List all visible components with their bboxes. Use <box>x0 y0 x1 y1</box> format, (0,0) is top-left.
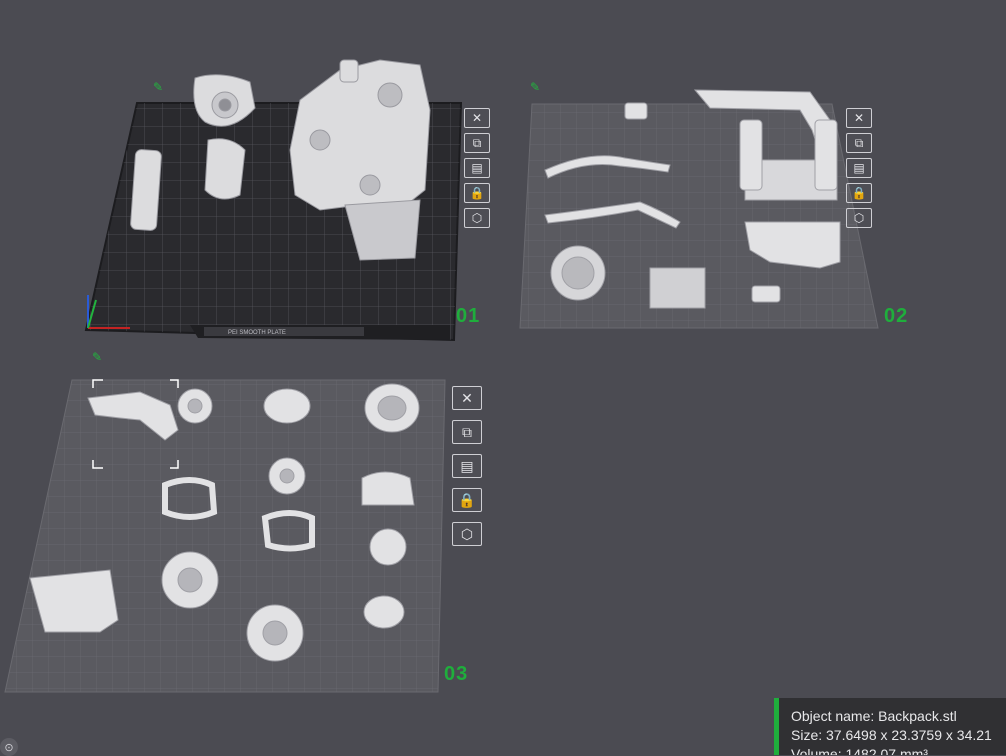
lock-icon[interactable]: 🔒 <box>846 183 872 203</box>
close-icon[interactable]: ✕ <box>452 386 482 410</box>
plate-03-number: 03 <box>444 663 469 685</box>
arrange-icon[interactable]: ⧉ <box>464 133 490 153</box>
plate-03[interactable] <box>4 379 446 693</box>
object-name: Object name: Backpack.stl <box>791 708 957 724</box>
plate-01-number: 01 <box>456 305 481 327</box>
bed-label: PEI SMOOTH PLATE <box>228 330 286 336</box>
arrange-icon[interactable]: ⧉ <box>846 133 872 153</box>
plate-02-number: 02 <box>884 305 909 327</box>
plate-01-toolbar: ✕ ⧉ ▤ 🔒 ⬡ <box>464 108 490 228</box>
lock-icon[interactable]: 🔒 <box>464 183 490 203</box>
object-volume: Volume: 1482.07 mm³ <box>791 746 928 755</box>
lock-icon[interactable]: 🔒 <box>452 488 482 512</box>
object-size: Size: 37.6498 x 23.3759 x 34.21 <box>791 727 992 743</box>
plate-01[interactable]: PEI SMOOTH PLATE <box>84 59 463 342</box>
settings-icon[interactable]: ▤ <box>846 158 872 178</box>
arrange-icon[interactable]: ⧉ <box>452 420 482 444</box>
eye-icon[interactable]: ⬡ <box>452 522 482 546</box>
plate-03-edit-icon[interactable]: ✎ <box>92 350 102 364</box>
plate-02-toolbar: ✕ ⧉ ▤ 🔒 ⬡ <box>846 108 872 228</box>
object-info-panel: Object name: Backpack.stl Size: 37.6498 … <box>774 698 1006 755</box>
settings-icon[interactable]: ▤ <box>452 454 482 478</box>
close-icon[interactable]: ✕ <box>464 108 490 128</box>
plate-03-toolbar: ✕ ⧉ ▤ 🔒 ⬡ <box>452 386 482 546</box>
eye-icon[interactable]: ⬡ <box>464 208 490 228</box>
plate-02-edit-icon[interactable]: ✎ <box>530 80 540 94</box>
3d-viewport[interactable]: PEI SMOOTH PLATE ✎ ✎ ✎ 01 02 03 ✕ ⧉ ▤ 🔒 … <box>0 0 1006 756</box>
settings-icon[interactable]: ▤ <box>464 158 490 178</box>
close-icon[interactable]: ✕ <box>846 108 872 128</box>
plate-01-edit-icon[interactable]: ✎ <box>153 80 163 94</box>
link-icon[interactable]: ⊙ <box>0 738 18 756</box>
eye-icon[interactable]: ⬡ <box>846 208 872 228</box>
plate-02[interactable] <box>519 89 879 329</box>
